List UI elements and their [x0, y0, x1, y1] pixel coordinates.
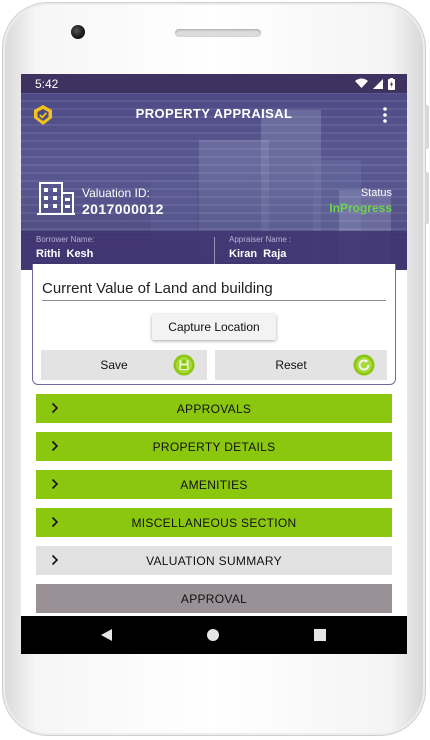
section-label: PROPERTY DETAILS: [152, 439, 276, 454]
chevron-right-icon: [51, 554, 59, 566]
toolbar: PROPERTY APPRAISAL: [21, 93, 407, 135]
power-button: [425, 172, 429, 224]
divider: [214, 237, 215, 264]
home-icon[interactable]: [207, 629, 219, 641]
battery-icon: [388, 77, 395, 90]
section-label: APPROVAL: [180, 591, 248, 606]
section-label: MISCELLANEOUS SECTION: [131, 515, 297, 530]
borrower-name: Rithi Kesh: [36, 248, 94, 260]
field-underline: [42, 300, 386, 301]
approval-button[interactable]: APPROVAL: [36, 584, 392, 613]
section-label: AMENITIES: [180, 477, 248, 492]
chevron-right-icon: [51, 440, 59, 452]
system-nav-bar: [21, 616, 407, 654]
recent-apps-icon[interactable]: [314, 629, 326, 641]
appraiser-label: Appraiser Name :: [229, 235, 292, 244]
wifi-icon: [355, 78, 368, 88]
status-bar: 5:42: [21, 74, 407, 93]
app-screen: 5:42 PROPERTY APPRAISAL Valuation ID: 20…: [21, 74, 407, 654]
volume-button: [425, 105, 429, 149]
section-approvals[interactable]: APPROVALS: [36, 394, 392, 423]
signal-icon: [373, 78, 383, 89]
chevron-right-icon: [51, 478, 59, 490]
refresh-circle-icon: [353, 354, 375, 376]
status-icons: [355, 77, 395, 90]
appraiser-info: Appraiser Name : Kiran Raja: [229, 235, 291, 260]
borrower-info: Borrower Name: Rithi Kesh: [36, 235, 94, 260]
appraiser-name: Kiran Raja: [229, 248, 287, 260]
status-time: 5:42: [35, 76, 59, 91]
building-icon: [37, 182, 75, 215]
front-camera: [71, 25, 85, 39]
kebab-menu-icon[interactable]: [379, 106, 391, 124]
reset-label: Reset: [275, 358, 307, 372]
back-icon[interactable]: [101, 629, 113, 641]
earpiece-speaker: [175, 29, 261, 37]
main-content: Current Value of Land and building Captu…: [21, 264, 407, 616]
valuation-form-card: Current Value of Land and building Captu…: [32, 264, 396, 385]
valuation-id-value: 2017000012: [82, 201, 164, 217]
section-miscellaneous[interactable]: MISCELLANEOUS SECTION: [36, 508, 392, 537]
capture-location-button[interactable]: Capture Location: [152, 314, 276, 340]
section-amenities[interactable]: AMENITIES: [36, 470, 392, 499]
section-valuation-summary[interactable]: VALUATION SUMMARY: [36, 546, 392, 575]
status-label: Status: [360, 187, 392, 199]
current-value-field[interactable]: Current Value of Land and building: [42, 280, 273, 297]
app-header: PROPERTY APPRAISAL Valuation ID: 2017000…: [21, 93, 407, 270]
chevron-right-icon: [51, 516, 59, 528]
valuation-id-label: Valuation ID:: [82, 186, 150, 200]
status-badge: InProgress: [329, 201, 392, 215]
chevron-right-icon: [51, 402, 59, 414]
reset-button[interactable]: Reset: [215, 350, 387, 380]
section-label: APPROVALS: [176, 401, 252, 416]
save-circle-icon: [173, 354, 195, 376]
page-title: PROPERTY APPRAISAL: [135, 106, 293, 121]
section-label: VALUATION SUMMARY: [146, 553, 282, 568]
section-property-details[interactable]: PROPERTY DETAILS: [36, 432, 392, 461]
borrower-label: Borrower Name:: [36, 235, 95, 244]
save-button[interactable]: Save: [41, 350, 207, 380]
